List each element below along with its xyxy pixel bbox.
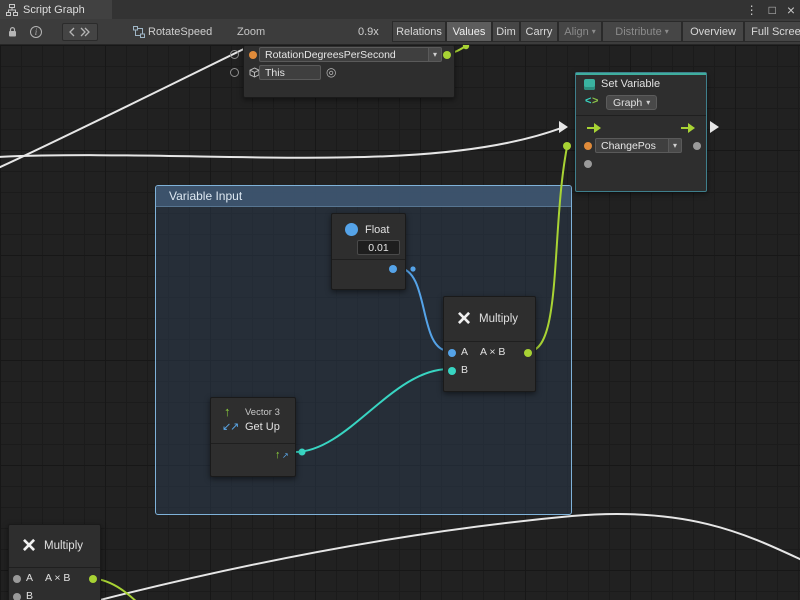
node-title: Multiply	[479, 313, 518, 325]
vector-out-port[interactable]: ↑	[275, 449, 281, 461]
input-b-port[interactable]	[13, 593, 21, 600]
float-out-port[interactable]	[389, 265, 397, 273]
variable-value-out-port[interactable]	[443, 51, 451, 59]
multiply-icon: ×	[22, 534, 36, 558]
group-title: Variable Input	[169, 189, 242, 203]
toolbar-button-overview[interactable]: Overview	[682, 21, 744, 42]
node-title: Float	[365, 224, 389, 236]
toolbar-button-values[interactable]: Values	[446, 21, 492, 42]
zoom-value: 0.9x	[358, 19, 379, 45]
port-label-a: A	[26, 572, 33, 584]
maximize-icon[interactable]: □	[769, 3, 776, 17]
selection-highlight	[576, 73, 706, 75]
variable-box-icon	[584, 79, 595, 90]
node-set-variable[interactable]: Set Variable < > Graph▾ ChangePos ▾	[575, 72, 707, 192]
chevron-down-icon[interactable]: ▾	[669, 138, 682, 153]
node-multiply[interactable]: × Multiply A A × B B	[443, 296, 536, 392]
float-value-input[interactable]: 0.01	[357, 240, 400, 255]
get-variable-name-input-port[interactable]	[230, 50, 239, 59]
value-out-port[interactable]	[693, 142, 701, 150]
window-controls: ⋮ □ ×	[746, 0, 795, 19]
result-out-port[interactable]	[89, 575, 97, 583]
kebab-menu-icon[interactable]: ⋮	[746, 3, 758, 17]
group-header[interactable]: Variable Input	[156, 186, 571, 207]
variable-name-dropdown[interactable]: ChangePos	[595, 138, 669, 153]
node-title: Get Up	[245, 421, 280, 433]
graph-asset-icon	[132, 19, 146, 45]
toolbar-button-fullscreen[interactable]: Full Screen	[744, 21, 800, 42]
get-variable-target-input-port[interactable]	[230, 68, 239, 77]
variable-name-dropdown[interactable]: RotationDegreesPerSecond	[259, 47, 429, 62]
node-get-variable[interactable]: RotationDegreesPerSecond ▾ This ◎	[243, 45, 455, 98]
multiply-icon: ×	[457, 307, 471, 331]
chevron-right-icon: >	[592, 95, 598, 107]
input-a-port[interactable]	[448, 349, 456, 357]
diag-arrow-icon: ↗	[230, 420, 239, 433]
breadcrumb-graph-name[interactable]: RotateSpeed	[148, 19, 212, 45]
node-type-label: Vector 3	[245, 407, 280, 418]
graph-toolbar: i RotateSpeed Zoom 0.9x Relations Values…	[0, 19, 800, 45]
chevrons-icon[interactable]	[62, 23, 98, 41]
flow-in-arrow-icon[interactable]	[586, 122, 602, 134]
set-variable-value-in-port[interactable]	[563, 142, 571, 150]
close-icon[interactable]: ×	[787, 2, 795, 18]
vector-out-port-diag[interactable]: ↗	[282, 451, 289, 460]
variable-scope-dropdown[interactable]: Graph▾	[606, 95, 657, 110]
tab-title: Script Graph	[23, 4, 85, 16]
target-this-field[interactable]: This	[259, 65, 321, 80]
node-title: Set Variable	[601, 78, 660, 90]
flow-out-connector[interactable]	[710, 121, 719, 133]
flow-out-arrow-icon[interactable]	[680, 122, 696, 134]
toolbar-button-relations[interactable]: Relations	[392, 21, 446, 42]
input-a-port[interactable]	[13, 575, 21, 583]
toolbar-button-distribute: Distribute▾	[602, 21, 682, 42]
port-label-result: A × B	[45, 572, 70, 584]
node-get-up[interactable]: ↑ ↙ ↗ Vector 3 Get Up ↑ ↗	[210, 397, 296, 477]
node-multiply-2[interactable]: × Multiply A A × B B	[8, 524, 101, 600]
tab-script-graph[interactable]: Script Graph	[0, 0, 112, 19]
zoom-label: Zoom	[237, 19, 265, 45]
flow-in-connector[interactable]	[559, 121, 568, 133]
lock-icon[interactable]	[4, 19, 20, 45]
title-bar: Script Graph ⋮ □ ×	[0, 0, 800, 19]
port-label-b: B	[26, 590, 33, 600]
node-float-literal[interactable]: Float 0.01	[331, 213, 406, 290]
unity-script-graph-window: Script Graph ⋮ □ × i	[0, 0, 800, 600]
chevron-left-icon: <	[585, 95, 591, 107]
node-title: Multiply	[44, 540, 83, 552]
port-label-result: A × B	[480, 346, 505, 358]
extra-port[interactable]	[584, 160, 592, 168]
script-graph-icon	[6, 4, 18, 16]
graph-canvas[interactable]: Variable Input RotationDegreesPerSecond	[0, 45, 800, 600]
info-icon[interactable]: i	[28, 19, 44, 45]
up-arrow-icon: ↑	[224, 404, 231, 419]
toolbar-button-dim[interactable]: Dim	[492, 21, 520, 42]
input-b-port[interactable]	[448, 367, 456, 375]
toolbar-button-align: Align▾	[558, 21, 602, 42]
object-picker-icon[interactable]: ◎	[326, 65, 336, 79]
port-label-a: A	[461, 346, 468, 358]
chevron-down-icon[interactable]: ▾	[429, 47, 442, 62]
float-type-icon	[345, 223, 358, 236]
result-out-port[interactable]	[524, 349, 532, 357]
toolbar-button-carry[interactable]: Carry	[520, 21, 558, 42]
port-label-b: B	[461, 364, 468, 376]
variable-name-port[interactable]	[249, 51, 257, 59]
variable-name-port[interactable]	[584, 142, 592, 150]
